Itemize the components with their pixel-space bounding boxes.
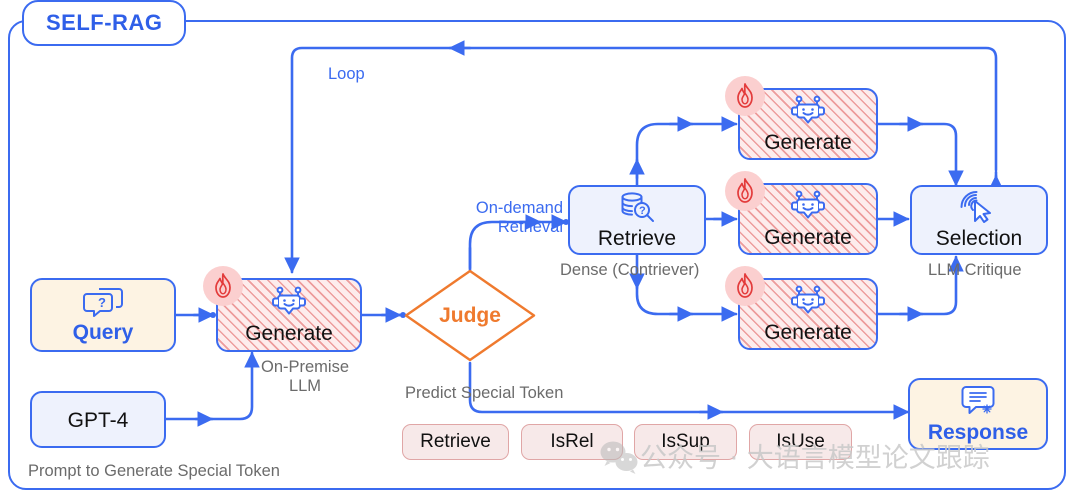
node-generate-2-label: Generate <box>764 226 852 249</box>
node-retrieve-label: Retrieve <box>597 227 677 250</box>
flame-icon <box>725 266 765 306</box>
caption-predict-special-token: Predict Special Token <box>405 384 564 402</box>
svg-text:?: ? <box>98 295 106 310</box>
watermark-text: 公众号 · 大语言模型论文跟踪 <box>640 443 990 474</box>
robot-icon <box>787 285 829 317</box>
node-gpt4[interactable]: GPT-4 <box>30 391 166 448</box>
diagram-canvas: SELF-RAG ? Query GPT-4 Prompt to Generat… <box>0 0 1080 504</box>
caption-prompt-to-generate: Prompt to Generate Special Token <box>28 462 280 480</box>
database-search-icon: ? <box>616 191 658 223</box>
wechat-icon <box>600 440 640 479</box>
node-selection-label: Selection <box>935 227 1023 250</box>
flame-icon <box>203 266 243 306</box>
node-generate-main-label: Generate <box>245 322 333 345</box>
node-retrieve[interactable]: ? Retrieve <box>568 185 706 255</box>
node-query[interactable]: ? Query <box>30 278 176 352</box>
robot-icon <box>787 95 829 127</box>
node-judge[interactable]: Judge <box>403 268 537 363</box>
token-chip-retrieve[interactable]: Retrieve <box>402 424 509 460</box>
diagram-title: SELF-RAG <box>22 0 187 46</box>
caption-dense-contriever: Dense (Contriever) <box>560 261 700 279</box>
flame-icon <box>725 76 765 116</box>
caption-llm-critique: LLM Critique <box>928 261 1022 279</box>
caption-on-premise-llm: On-Premise LLM <box>260 358 350 395</box>
click-cursor-icon <box>959 191 999 223</box>
node-judge-label: Judge <box>439 303 501 327</box>
svg-text:?: ? <box>639 205 646 217</box>
edge-label-on-demand-retrieval: On-demand Retrieval <box>475 199 563 237</box>
edge-label-loop: Loop <box>328 65 365 83</box>
node-selection[interactable]: Selection <box>910 185 1048 255</box>
node-gpt4-label: GPT-4 <box>67 409 129 432</box>
node-generate-1-label: Generate <box>764 131 852 154</box>
robot-icon <box>268 286 310 318</box>
robot-icon <box>787 190 829 222</box>
question-speech-bubble-icon: ? <box>82 287 124 317</box>
message-lines-icon <box>956 385 1000 417</box>
node-query-label: Query <box>72 321 134 344</box>
node-generate-3-label: Generate <box>764 321 852 344</box>
flame-icon <box>725 171 765 211</box>
